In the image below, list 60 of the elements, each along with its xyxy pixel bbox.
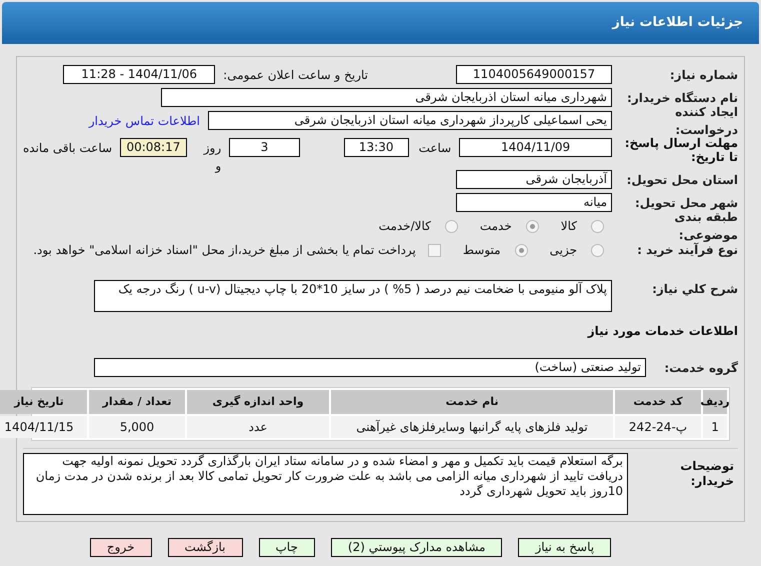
notes-textarea[interactable]: برگه استعلام قیمت باید تکمیل و مهر و امضاء شده و در سامانه ستاد ایران بارگذاری گردد تحویل نمونه اولیه جهت دریافت تایید از شهرداری میانه الزامی می باشد به علت ضرورت کار تحویل تمامی کالا بعد از برنده شدن در مدت زمان 10روز باید تحویل شهرداری گردد <box>23 453 628 515</box>
field-label: استان محل تحویل: <box>626 172 738 188</box>
text-field[interactable]: میانه <box>456 193 612 212</box>
text-field[interactable]: تولید صنعتی (ساخت) <box>94 358 646 377</box>
text-field[interactable]: 00:08:17 <box>120 138 187 157</box>
text-field[interactable]: یحی اسماعیلی کارپرداز شهرداری میانه استان اذربایجان شرقی <box>208 111 612 130</box>
checkbox[interactable] <box>428 244 441 256</box>
radio-button[interactable] <box>514 244 528 256</box>
text-field[interactable]: 3 <box>229 138 300 157</box>
text-field[interactable]: 1104005649000157 <box>456 65 612 84</box>
field-label: ساعت باقی مانده <box>23 140 112 157</box>
section-heading: اطلاعات خدمات مورد نیاز <box>586 323 738 340</box>
text-field[interactable]: 1404/11/06 - 11:28 <box>63 65 216 84</box>
radio-button[interactable] <box>591 244 604 256</box>
field-label: شرح کلي نياز: <box>651 281 738 298</box>
table-cell: تولید فلزهای پایه گرانبها وسایرفلزهای غیرآهنی <box>331 416 613 438</box>
field-label: مهلت ارسال پاسخ: تا تاریخ: <box>624 136 738 164</box>
radio-label: خدمت <box>480 218 512 235</box>
action-button[interactable]: مشاهده مدارک پیوستي (2) <box>330 538 502 557</box>
text-field[interactable]: 1404/11/09 <box>459 138 612 157</box>
table-cell: 5,000 <box>89 416 185 438</box>
column-header: کد خدمت <box>615 390 701 414</box>
radio-label: کالا <box>560 218 577 235</box>
text-field[interactable]: شهرداری میانه استان اذربایجان شرقی <box>161 88 612 107</box>
action-button[interactable]: بازگشت <box>168 538 242 557</box>
radio-button[interactable] <box>526 220 539 232</box>
text-field[interactable]: 13:30 <box>344 138 409 157</box>
field-label: تاریخ و ساعت اعلان عمومی: <box>223 66 368 84</box>
radio-button[interactable] <box>444 220 458 232</box>
field-label: شماره نیاز: <box>668 66 738 84</box>
field-label: طبقه بندی موضوعی: <box>673 210 738 242</box>
field-label: شهر محل تحویل: <box>634 194 738 212</box>
table-cell: 1 <box>703 416 727 438</box>
column-header: ردیف <box>703 390 727 414</box>
field-label: توضیحات خریدار: <box>679 459 735 489</box>
field-label: نوع فرآیند خرید : <box>636 242 738 259</box>
radio-label: متوسط <box>462 242 501 259</box>
field-label: نام دستگاه خریدار: <box>626 90 738 106</box>
table-cell: پ-24-242 <box>615 416 701 438</box>
radio-label: جزیی <box>550 242 577 259</box>
description-textarea[interactable]: پلاک آلو منیومی با ضخامت نیم درصد ( 5% ) در سایز 10*20 با چاپ دیجیتال (u-v ) رنگ درجه یک <box>94 280 612 312</box>
checkbox-label: پرداخت تمام یا بخشی از مبلغ خرید،از محل "اسناد خزانه اسلامی" خواهد بود. <box>33 242 416 259</box>
column-header: واحد اندازه گیری <box>187 390 329 414</box>
text-field[interactable]: آذربایجان شرقی <box>456 170 612 189</box>
table-cell: عدد <box>187 416 329 438</box>
field-label: ساعت <box>418 140 452 157</box>
radio-button[interactable] <box>591 220 604 232</box>
page-title: جزئیات اطلاعات نیاز <box>612 14 743 32</box>
field-label: ایجاد کننده درخواست: <box>674 104 738 137</box>
field-label: گروه خدمت: <box>663 360 738 376</box>
action-button[interactable]: خروج <box>90 538 152 557</box>
field-label: روز و <box>202 140 222 175</box>
action-button[interactable]: چاپ <box>258 538 315 557</box>
buyer-contact-link[interactable]: اطلاعات تماس خریدار <box>88 112 200 130</box>
column-header: تعداد / مقدار <box>89 390 185 414</box>
radio-label: کالا/خدمت <box>378 218 431 235</box>
column-header: نام خدمت <box>331 390 613 414</box>
column-header: تاریخ نیاز <box>0 390 87 414</box>
table-cell: 1404/11/15 <box>0 416 87 438</box>
action-button[interactable]: پاسخ به نیاز <box>518 538 612 557</box>
